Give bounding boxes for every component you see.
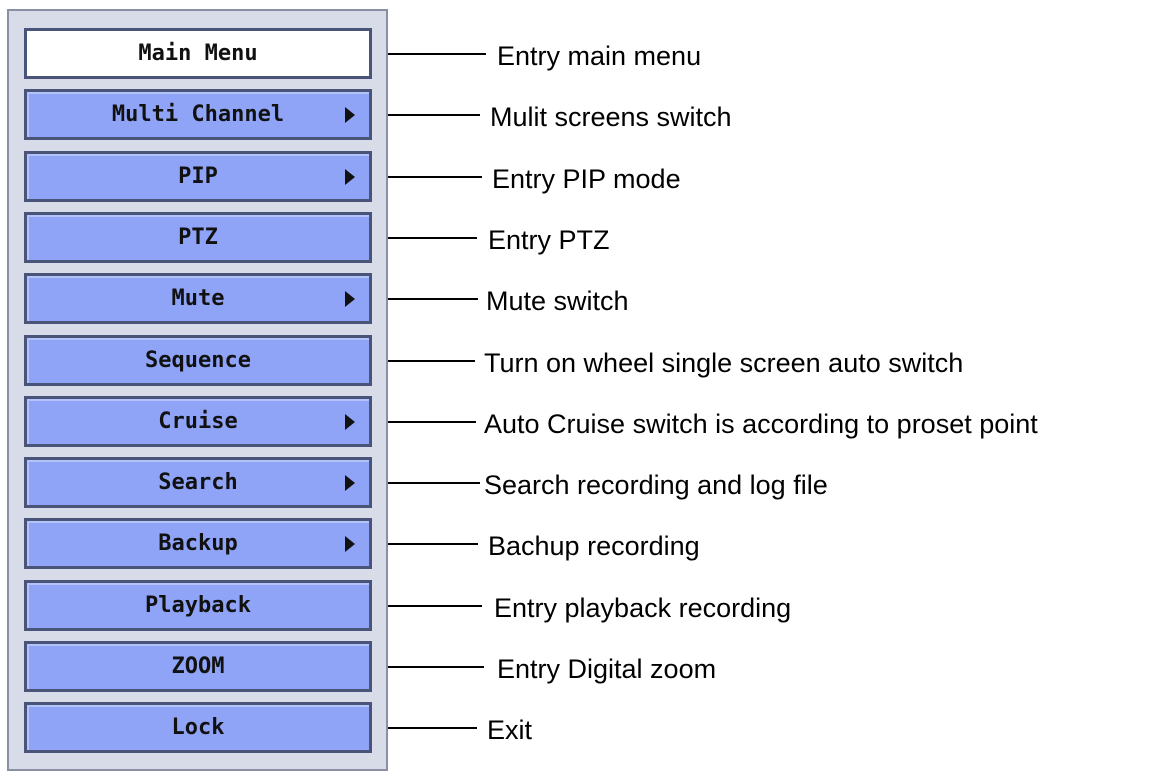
playback-button[interactable]: Playback — [24, 580, 372, 631]
main-menu-button[interactable]: Main Menu — [24, 28, 372, 79]
description-cruise: Auto Cruise switch is according to prose… — [484, 409, 1038, 439]
ptz-button[interactable]: PTZ — [24, 212, 372, 263]
triangle-right-icon — [345, 413, 355, 430]
backup-button[interactable]: Backup — [24, 518, 372, 569]
description-zoom: Entry Digital zoom — [497, 654, 717, 684]
zoom-button[interactable]: ZOOM — [24, 641, 372, 692]
leader-line — [388, 727, 477, 729]
leader-line — [388, 543, 478, 545]
description-search: Search recording and log file — [484, 470, 828, 500]
triangle-right-icon — [345, 535, 355, 552]
lock-button[interactable]: Lock — [24, 702, 372, 753]
triangle-right-icon — [345, 168, 355, 185]
description-pip: Entry PIP mode — [492, 164, 681, 194]
button-label: PTZ — [178, 225, 218, 250]
mute-button[interactable]: Mute — [24, 273, 372, 324]
leader-line — [388, 237, 477, 239]
cruise-button[interactable]: Cruise — [24, 396, 372, 447]
button-label: Lock — [171, 715, 225, 740]
description-sequence: Turn on wheel single screen auto switch — [484, 348, 964, 378]
leader-line — [388, 482, 480, 484]
leader-line — [388, 605, 482, 607]
leader-line — [388, 666, 484, 668]
leader-line — [388, 176, 482, 178]
button-label: Cruise — [158, 409, 238, 434]
description-ptz: Entry PTZ — [488, 225, 610, 255]
pip-button[interactable]: PIP — [24, 151, 372, 202]
triangle-right-icon — [345, 290, 355, 307]
multi-channel-button[interactable]: Multi Channel — [24, 89, 372, 140]
description-main-menu: Entry main menu — [497, 41, 702, 71]
leader-line — [388, 360, 475, 362]
button-label: Mute — [171, 286, 225, 311]
button-label: ZOOM — [171, 654, 225, 679]
triangle-right-icon — [345, 106, 355, 123]
description-playback: Entry playback recording — [494, 593, 792, 623]
button-label: PIP — [178, 164, 218, 189]
sequence-button[interactable]: Sequence — [24, 335, 372, 386]
leader-line — [388, 53, 486, 55]
leader-line — [388, 298, 478, 300]
button-label: Sequence — [145, 348, 251, 373]
button-label: Multi Channel — [111, 102, 285, 127]
description-mute: Mute switch — [486, 286, 629, 316]
leader-line — [388, 114, 480, 116]
button-label: Main Menu — [138, 41, 258, 66]
button-label: Playback — [145, 593, 251, 618]
search-button[interactable]: Search — [24, 457, 372, 508]
description-multi-channel: Mulit screens switch — [490, 102, 732, 132]
button-label: Search — [158, 470, 238, 495]
description-lock: Exit — [487, 715, 533, 745]
button-label: Backup — [158, 531, 238, 556]
triangle-right-icon — [345, 474, 355, 491]
description-backup: Bachup recording — [488, 531, 700, 561]
leader-line — [388, 421, 476, 423]
